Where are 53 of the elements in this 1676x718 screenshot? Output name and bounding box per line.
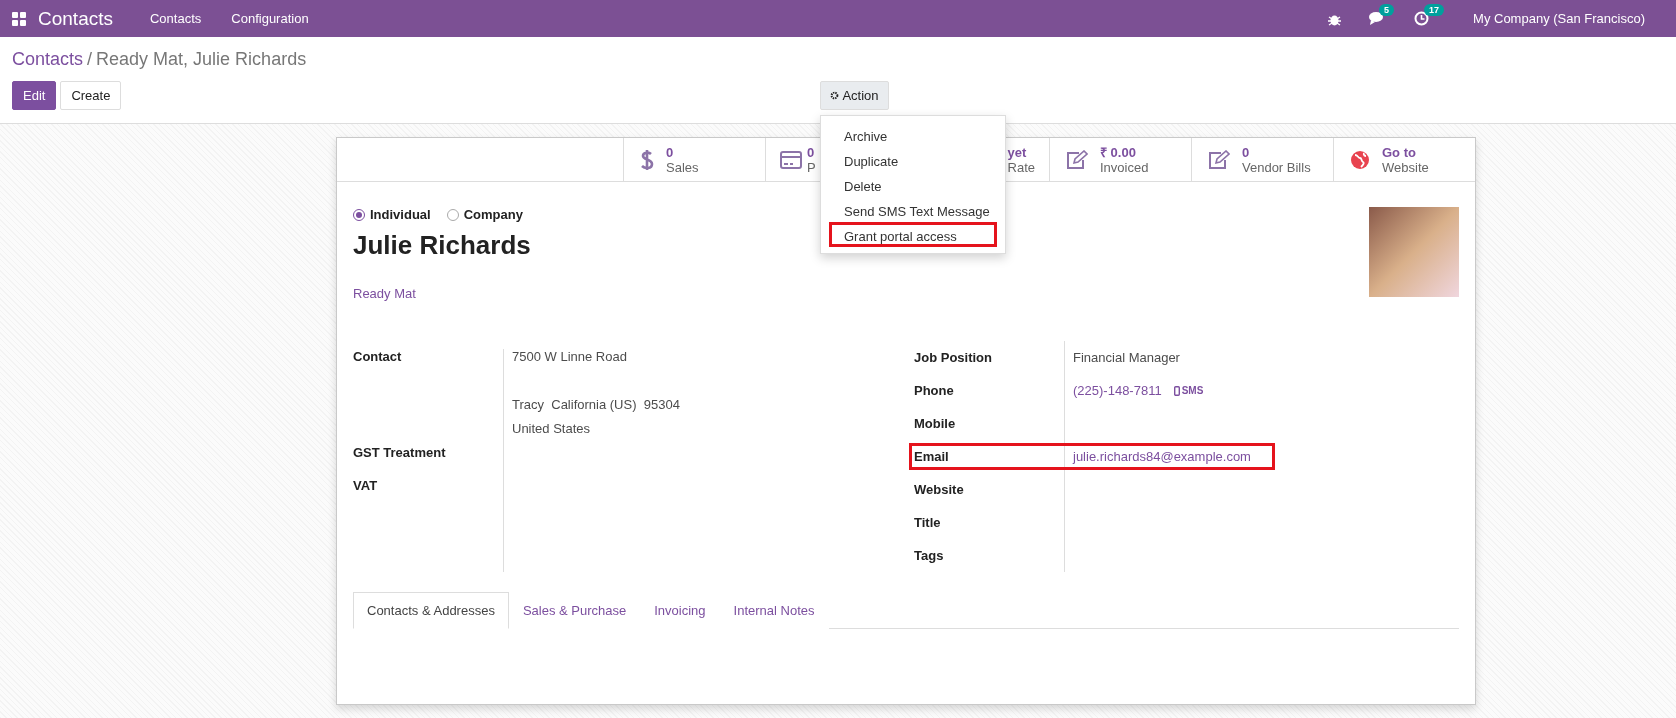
nav-menu-item[interactable]: Configuration bbox=[216, 11, 324, 26]
field-label: Email bbox=[914, 449, 950, 464]
field-label: Contact bbox=[353, 349, 403, 366]
action-button[interactable]: Action bbox=[820, 81, 889, 110]
radio-option[interactable]: Individual bbox=[353, 207, 431, 222]
contact-name: Julie Richards bbox=[353, 230, 531, 261]
menu-item[interactable]: Grant portal access bbox=[829, 222, 997, 247]
edit-icon bbox=[1208, 149, 1230, 170]
phone-link[interactable]: (225)-148-7811 bbox=[1073, 383, 1162, 398]
menu-item[interactable]: Archive bbox=[829, 122, 997, 147]
menu-item[interactable]: Duplicate bbox=[829, 147, 997, 172]
stat-button[interactable]: 0 Vendor Bills bbox=[1191, 138, 1333, 181]
address-line: United States bbox=[512, 421, 592, 438]
menu-item[interactable]: Delete bbox=[829, 172, 997, 197]
address-line: Tracy California (US) 95304 bbox=[512, 397, 681, 414]
app-title[interactable]: Contacts bbox=[38, 7, 113, 30]
edit-icon bbox=[1066, 149, 1088, 170]
stat-button[interactable]: ₹ 0.00 Invoiced bbox=[1049, 138, 1191, 181]
stat-button[interactable]: Go to Website bbox=[1333, 138, 1475, 181]
menu-item[interactable]: Send SMS Text Message bbox=[829, 197, 997, 222]
stat-button[interactable]: 0 Sales bbox=[623, 138, 765, 181]
field-label: Website bbox=[914, 482, 965, 497]
activity-count-badge: 17 bbox=[1424, 4, 1445, 16]
dollar-icon bbox=[640, 147, 654, 172]
company-switcher[interactable]: My Company (San Francisco) bbox=[1473, 11, 1645, 26]
globe-icon bbox=[1350, 149, 1370, 170]
breadcrumb-current: Ready Mat, Julie Richards bbox=[96, 49, 307, 70]
stat-button[interactable]: yet Rate bbox=[1005, 138, 1049, 181]
edit-button[interactable]: Edit bbox=[12, 81, 57, 110]
apps-grid-icon[interactable] bbox=[12, 11, 26, 26]
credit-card-icon bbox=[780, 150, 802, 169]
email-link[interactable]: julie.richards84@example.com bbox=[1073, 449, 1251, 464]
breadcrumb-separator: / bbox=[87, 49, 93, 70]
field-value: Financial Manager bbox=[1073, 350, 1180, 365]
field-label: VAT bbox=[353, 478, 379, 495]
field-label: Job Position bbox=[914, 350, 993, 365]
field-label: Phone bbox=[914, 383, 955, 398]
radio-option[interactable]: Company bbox=[446, 207, 523, 222]
tab[interactable]: Contacts & Addresses bbox=[353, 592, 509, 629]
address-line: 7500 W Linne Road bbox=[512, 349, 628, 366]
clock-icon[interactable] bbox=[1414, 11, 1430, 26]
field-label: Title bbox=[914, 515, 942, 530]
chat-count-badge: 5 bbox=[1379, 4, 1395, 16]
sms-button[interactable]: SMS bbox=[1173, 385, 1204, 396]
company-link[interactable]: Ready Mat bbox=[353, 286, 416, 301]
create-button[interactable]: Create bbox=[60, 81, 122, 110]
field-label: Tags bbox=[914, 548, 945, 563]
mobile-icon bbox=[1173, 385, 1180, 396]
field-label: Mobile bbox=[914, 416, 957, 431]
stat-button[interactable]: 0 P bbox=[765, 138, 819, 181]
field-label: GST Treatment bbox=[353, 445, 447, 462]
breadcrumb-link[interactable]: Contacts bbox=[12, 49, 84, 70]
nav-menu-item[interactable]: Contacts bbox=[135, 11, 217, 26]
